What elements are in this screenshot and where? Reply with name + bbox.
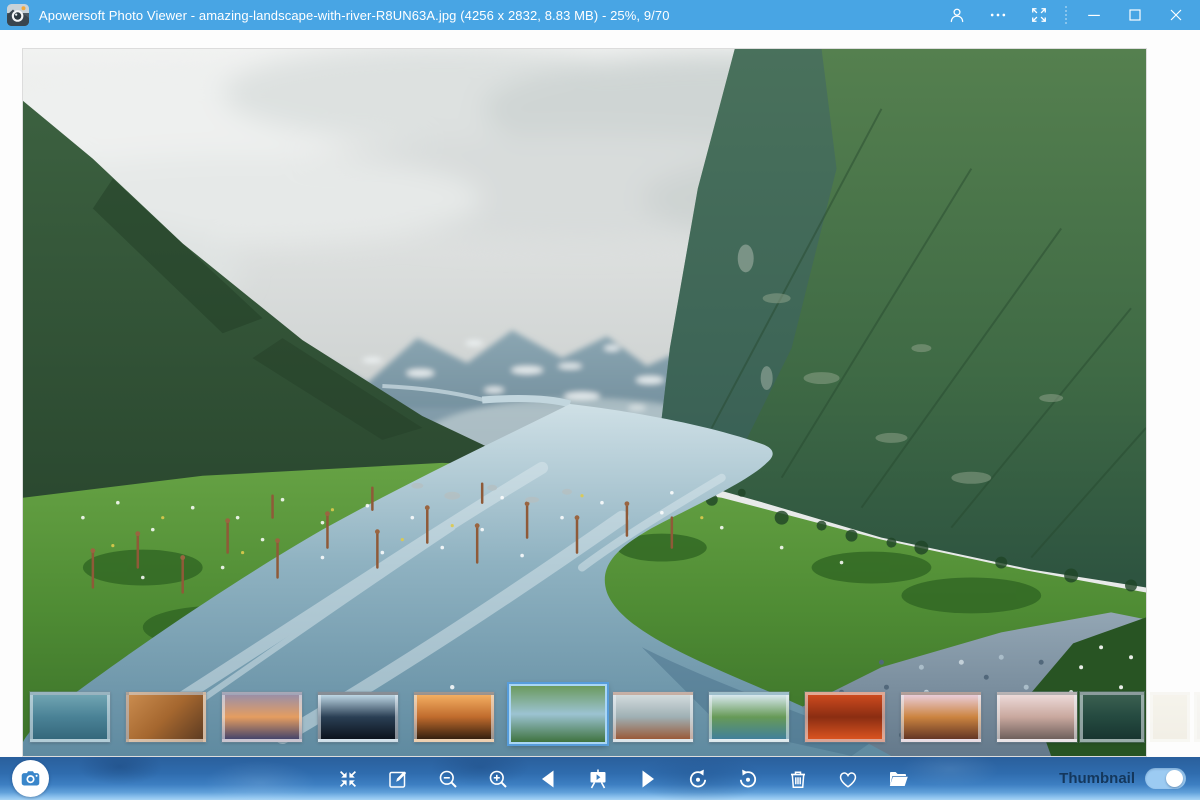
window-controls bbox=[936, 0, 1200, 30]
landscape-photo bbox=[23, 49, 1146, 756]
toolbar-buttons bbox=[336, 757, 910, 800]
zoom-out-button[interactable] bbox=[436, 767, 460, 791]
close-icon bbox=[1166, 5, 1186, 25]
thumbnail-autumn-reflection[interactable] bbox=[805, 692, 885, 742]
maximize-button[interactable] bbox=[1114, 0, 1155, 30]
previous-button[interactable] bbox=[536, 767, 560, 791]
slideshow-icon bbox=[586, 767, 610, 791]
fit-screen-button[interactable] bbox=[336, 767, 360, 791]
next-icon bbox=[636, 767, 660, 791]
camera-icon bbox=[17, 765, 44, 792]
account-button[interactable] bbox=[936, 0, 977, 30]
edit-icon bbox=[386, 767, 410, 791]
close-button[interactable] bbox=[1155, 0, 1196, 30]
app-logo-icon bbox=[7, 4, 29, 26]
app-window: Apowersoft Photo Viewer - amazing-landsc… bbox=[0, 0, 1200, 800]
minimize-button[interactable] bbox=[1073, 0, 1114, 30]
previous-icon bbox=[536, 767, 560, 791]
thumbnail-faded-thumbnail-edge[interactable] bbox=[1194, 692, 1200, 742]
thumbnail-dark-forest-silhouette[interactable] bbox=[318, 692, 398, 742]
rotate-right-icon bbox=[736, 767, 760, 791]
delete-icon bbox=[786, 767, 810, 791]
toolbar: Thumbnail bbox=[0, 757, 1200, 800]
zoom-out-icon bbox=[436, 767, 460, 791]
fit-screen-icon bbox=[336, 767, 360, 791]
thumbnail-dark-teal-foliage[interactable] bbox=[1080, 692, 1144, 742]
favorite-icon bbox=[836, 767, 860, 791]
zoom-in-icon bbox=[486, 767, 510, 791]
rotate-right-button[interactable] bbox=[736, 767, 760, 791]
fullscreen-button[interactable] bbox=[1018, 0, 1059, 30]
more-icon bbox=[988, 5, 1008, 25]
photo-main bbox=[22, 48, 1147, 757]
thumbnail-teal-lake-birds[interactable] bbox=[30, 692, 110, 742]
delete-button[interactable] bbox=[786, 767, 810, 791]
titlebar-separator bbox=[1065, 6, 1067, 24]
slideshow-button[interactable] bbox=[586, 767, 610, 791]
thumbnail-sunset-field-silhouette[interactable] bbox=[414, 692, 494, 742]
thumbnail-red-rocks-mist[interactable] bbox=[613, 692, 693, 742]
thumbnail-sunset-pier[interactable] bbox=[222, 692, 302, 742]
window-title: Apowersoft Photo Viewer - amazing-landsc… bbox=[39, 8, 670, 23]
minimize-icon bbox=[1084, 5, 1104, 25]
edit-button[interactable] bbox=[386, 767, 410, 791]
open-folder-button[interactable] bbox=[886, 767, 910, 791]
thumbnail-autumn-trees-pink-sky[interactable] bbox=[901, 692, 981, 742]
favorite-button[interactable] bbox=[836, 767, 860, 791]
thumbnail-toggle-label: Thumbnail bbox=[1059, 770, 1135, 787]
thumbnail-pastel-shore-rocks[interactable] bbox=[997, 692, 1077, 742]
thumbnail-alpine-lake[interactable] bbox=[709, 692, 789, 742]
titlebar: Apowersoft Photo Viewer - amazing-landsc… bbox=[0, 0, 1200, 30]
open-folder-icon bbox=[886, 767, 910, 791]
thumbnail-green-valley-river[interactable] bbox=[509, 684, 607, 744]
thumbnail-faded-thumbnail[interactable] bbox=[1150, 692, 1190, 742]
thumbnail-strip bbox=[0, 684, 1200, 752]
fullscreen-icon bbox=[1029, 5, 1049, 25]
account-icon bbox=[947, 5, 967, 25]
toggle-knob bbox=[1166, 770, 1183, 787]
camera-button[interactable] bbox=[12, 760, 49, 797]
next-button[interactable] bbox=[636, 767, 660, 791]
rotate-left-icon bbox=[686, 767, 710, 791]
thumbnail-winding-mountain-road[interactable] bbox=[126, 692, 206, 742]
viewer-area: Thumbnail bbox=[0, 30, 1200, 800]
more-button[interactable] bbox=[977, 0, 1018, 30]
maximize-icon bbox=[1125, 5, 1145, 25]
thumbnail-toggle-group: Thumbnail bbox=[1059, 757, 1186, 800]
zoom-in-button[interactable] bbox=[486, 767, 510, 791]
rotate-left-button[interactable] bbox=[686, 767, 710, 791]
thumbnail-toggle[interactable] bbox=[1145, 768, 1186, 789]
